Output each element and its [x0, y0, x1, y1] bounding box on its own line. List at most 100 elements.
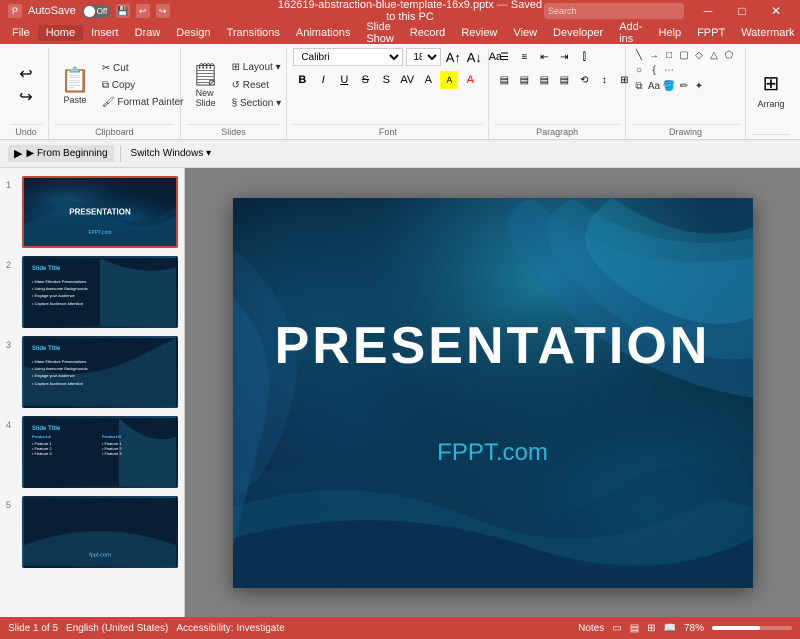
align-right-button[interactable]: ▤	[535, 71, 553, 89]
italic-button[interactable]: I	[314, 71, 332, 89]
bullets-button[interactable]: ☰	[495, 48, 513, 66]
curly-shape[interactable]: {	[647, 63, 661, 77]
slide-panel[interactable]: 1	[0, 168, 185, 617]
view-sorter[interactable]: ⊞	[647, 623, 655, 634]
font-size-select[interactable]: 18	[406, 48, 441, 66]
slide-thumb-4[interactable]: 4 Slide Title Product A • Feature 1 • Fe…	[6, 416, 178, 488]
font-name-select[interactable]: Calibri	[293, 48, 403, 66]
text-color-button[interactable]: A	[461, 71, 479, 89]
menu-watermark[interactable]: Watermark	[733, 25, 800, 41]
decrease-font-button[interactable]: A↓	[465, 48, 483, 66]
triangle-shape[interactable]: △	[707, 48, 721, 62]
main-slide-canvas[interactable]: PRESENTATION FPPT.com	[233, 198, 753, 588]
view-reading[interactable]: 📖	[664, 623, 676, 634]
slide3-bullets: • Make Effective Presentations • Using A…	[32, 358, 88, 387]
diamond-shape[interactable]: ◇	[692, 48, 706, 62]
font-color-button[interactable]: A	[419, 71, 437, 89]
slide-thumb-1[interactable]: 1	[6, 176, 178, 248]
align-center-button[interactable]: ▤	[515, 71, 533, 89]
minimize-button[interactable]: ─	[692, 0, 724, 22]
layout-button[interactable]: ⊞ Layout ▾	[228, 60, 286, 75]
increase-indent-button[interactable]: ⇥	[555, 48, 573, 66]
rounded-rect-shape[interactable]: ▢	[677, 48, 691, 62]
columns-button[interactable]: ⫿	[575, 48, 593, 66]
slide-preview-3[interactable]: Slide Title • Make Effective Presentatio…	[22, 336, 178, 408]
circle-shape[interactable]: ○	[632, 63, 646, 77]
shadow-button[interactable]: S	[377, 71, 395, 89]
menu-fppt[interactable]: FPPT	[689, 25, 733, 41]
increase-font-button[interactable]: A↑	[444, 48, 462, 66]
app-icon: P	[8, 4, 22, 18]
clipboard-group-label: Clipboard	[55, 124, 174, 139]
menu-addins[interactable]: Add-ins	[611, 19, 650, 47]
menu-record[interactable]: Record	[402, 25, 453, 41]
menu-animations[interactable]: Animations	[288, 25, 358, 41]
fill-color[interactable]: 🪣	[662, 79, 676, 93]
menu-insert[interactable]: Insert	[83, 25, 127, 41]
menu-transitions[interactable]: Transitions	[219, 25, 288, 41]
section-button[interactable]: § Section ▾	[228, 96, 286, 111]
menu-developer[interactable]: Developer	[545, 25, 611, 41]
notes-button[interactable]: Notes	[578, 623, 604, 634]
justify-button[interactable]: ▤	[555, 71, 573, 89]
slide-thumb-2[interactable]: 2 Slide Title • Make Effective Presentat…	[6, 256, 178, 328]
reset-button[interactable]: ↺ Reset	[228, 78, 286, 93]
decrease-indent-button[interactable]: ⇤	[535, 48, 553, 66]
undo-icon[interactable]: ↩	[136, 4, 150, 18]
line-shape[interactable]: ╲	[632, 48, 646, 62]
slide-main-subtitle[interactable]: FPPT.com	[437, 439, 548, 467]
slide-main-title[interactable]: PRESENTATION	[275, 316, 711, 376]
rect-shape[interactable]: □	[662, 48, 676, 62]
restore-button[interactable]: □	[726, 0, 758, 22]
effects-button[interactable]: ✦	[692, 79, 706, 93]
numbering-button[interactable]: ≡	[515, 48, 533, 66]
underline-button[interactable]: U	[335, 71, 353, 89]
switch-windows-button[interactable]: Switch Windows ▾	[127, 146, 216, 161]
more-shapes[interactable]: ⋯	[662, 63, 676, 77]
highlight-button[interactable]: A	[440, 71, 458, 89]
search-box[interactable]: Search	[544, 3, 684, 19]
undo-button[interactable]: ↩	[13, 64, 39, 84]
bold-button[interactable]: B	[293, 71, 311, 89]
zoom-slider[interactable]	[712, 626, 792, 630]
arrow-shape[interactable]: →	[647, 48, 661, 62]
new-slide-button[interactable]: 🗒 NewSlide	[187, 59, 225, 111]
pentagon-shape[interactable]: ⬠	[722, 48, 736, 62]
redo-button[interactable]: ↪	[13, 87, 39, 107]
play-icon: ▶	[14, 147, 22, 160]
slide-thumb-5[interactable]: 5 fppt.com	[6, 496, 178, 568]
from-beginning-button[interactable]: ▶ ▶ From Beginning	[8, 145, 114, 162]
slide-preview-5[interactable]: fppt.com	[22, 496, 178, 568]
arrange-button[interactable]: ⧉	[632, 79, 646, 93]
text-direction-button[interactable]: ⟲	[575, 71, 593, 89]
quick-styles[interactable]: Aa	[647, 79, 661, 93]
slide-preview-1[interactable]: PRESENTATION FPPT.com	[22, 176, 178, 248]
menu-review[interactable]: Review	[453, 25, 505, 41]
close-button[interactable]: ✕	[760, 0, 792, 22]
view-outline[interactable]: ▤	[630, 623, 639, 634]
slide-preview-2[interactable]: Slide Title • Make Effective Presentatio…	[22, 256, 178, 328]
arrange-icon[interactable]: ⊞	[763, 71, 780, 96]
save-icon[interactable]: 💾	[116, 4, 130, 18]
menu-help[interactable]: Help	[650, 25, 689, 41]
menu-draw[interactable]: Draw	[127, 25, 169, 41]
view-normal[interactable]: ▭	[612, 623, 621, 634]
menu-view[interactable]: View	[505, 25, 545, 41]
slide-preview-4[interactable]: Slide Title Product A • Feature 1 • Feat…	[22, 416, 178, 488]
menu-design[interactable]: Design	[168, 25, 218, 41]
strikethrough-button[interactable]: S	[356, 71, 374, 89]
redo-icon[interactable]: ↪	[156, 4, 170, 18]
menu-file[interactable]: File	[4, 25, 38, 41]
align-text-button[interactable]: ↕	[595, 71, 613, 89]
menu-slideshow[interactable]: Slide Show	[358, 19, 402, 47]
outline-color[interactable]: ✏	[677, 79, 691, 93]
char-spacing-button[interactable]: AV	[398, 71, 416, 89]
paste-button[interactable]: 📋 Paste	[55, 63, 95, 108]
cut-button[interactable]: ✂ Cut	[98, 61, 188, 76]
autosave-toggle[interactable]: Off	[82, 5, 110, 18]
align-left-button[interactable]: ▤	[495, 71, 513, 89]
format-painter-button[interactable]: 🖌 Format Painter	[98, 95, 188, 110]
slide-thumb-3[interactable]: 3 Slide Title • Make Effective Presentat…	[6, 336, 178, 408]
copy-button[interactable]: ⧉ Copy	[98, 78, 188, 93]
menu-home[interactable]: Home	[38, 25, 83, 41]
